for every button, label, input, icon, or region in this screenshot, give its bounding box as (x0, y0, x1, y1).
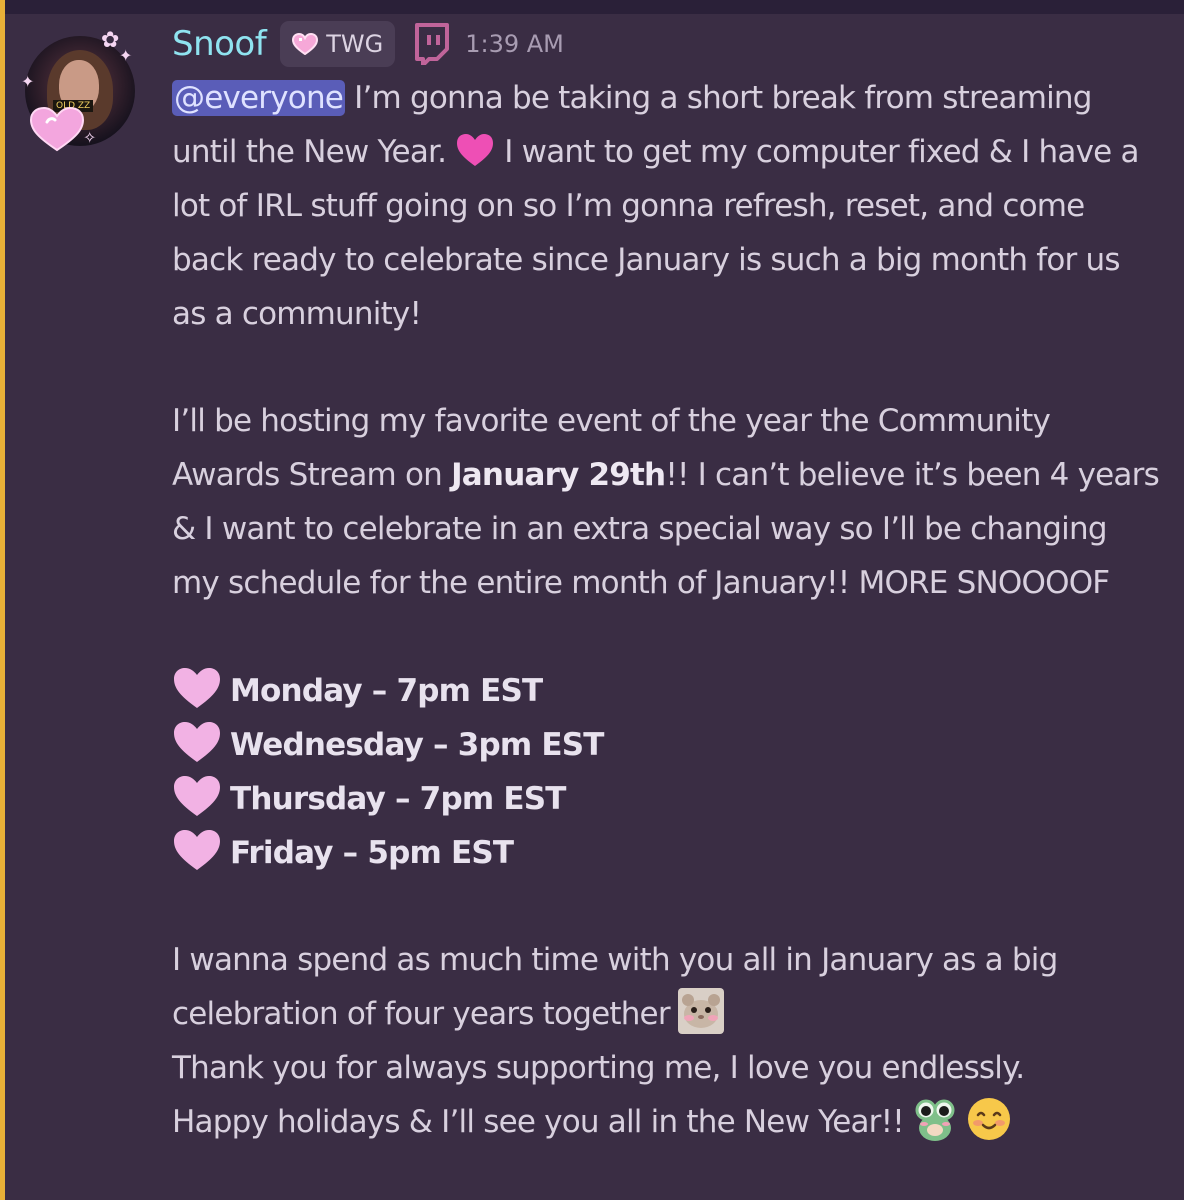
paragraph-3-text: I wanna spend as much time with you all … (172, 942, 1058, 1033)
server-tag-label: TWG (326, 30, 384, 58)
chat-screen: OLD ZZ ✿ ✦ ✦ ✧ Snoof TWG 1:39 AM @everyo… (0, 0, 1184, 1200)
schedule-item: Monday – 7pm EST (172, 665, 1162, 719)
message-content: @everyone I’m gonna be taking a short br… (172, 72, 1162, 1150)
event-date: January 29th (451, 457, 666, 494)
paragraph-3-line-3: Happy holidays & I’ll see you all in the… (172, 1096, 1162, 1150)
twitch-icon[interactable] (413, 23, 451, 65)
paragraph-3-closing: Happy holidays & I’ll see you all in the… (172, 1104, 905, 1141)
schedule-item-label: Wednesday – 3pm EST (230, 726, 604, 763)
paragraph-2: I’ll be hosting my favorite event of the… (172, 395, 1162, 611)
avatar-heart-decoration-icon (29, 106, 85, 152)
top-strip (0, 0, 1184, 14)
frog-emoji[interactable] (912, 1096, 958, 1142)
avatar[interactable]: OLD ZZ ✿ ✦ ✦ ✧ (21, 30, 137, 152)
timestamp: 1:39 AM (465, 30, 564, 58)
smiling-face-emoji[interactable] (966, 1096, 1012, 1142)
schedule-item-label: Monday – 7pm EST (230, 672, 543, 709)
light-pink-heart-icon (174, 829, 220, 870)
paragraph-3: I wanna spend as much time with you all … (172, 934, 1162, 1042)
light-pink-heart-icon (174, 667, 220, 708)
chat-message[interactable]: OLD ZZ ✿ ✦ ✦ ✧ Snoof TWG 1:39 AM @everyo… (0, 14, 1184, 1200)
hamster-emoji[interactable] (677, 988, 724, 1035)
username[interactable]: Snoof (172, 24, 267, 64)
sparkle-icon: ✿ (101, 28, 120, 53)
schedule-item: Thursday – 7pm EST (172, 773, 1162, 827)
light-pink-heart-icon (174, 775, 220, 816)
server-tag[interactable]: TWG (280, 21, 396, 67)
light-pink-heart-icon (174, 721, 220, 762)
schedule-item: Friday – 5pm EST (172, 827, 1162, 881)
everyone-mention[interactable]: @everyone (172, 80, 346, 116)
schedule-item: Wednesday – 3pm EST (172, 719, 1162, 773)
sparkle-icon: ✦ (21, 72, 35, 91)
pink-heart-icon (457, 133, 494, 166)
sparkle-icon: ✧ (83, 128, 97, 147)
schedule-item-label: Thursday – 7pm EST (230, 780, 566, 817)
paragraph-3-line-2: Thank you for always supporting me, I lo… (172, 1050, 1025, 1087)
pink-heart-icon (292, 33, 319, 55)
paragraph-1: @everyone I’m gonna be taking a short br… (172, 72, 1162, 342)
schedule-item-label: Friday – 5pm EST (230, 834, 514, 871)
sparkle-icon: ✦ (119, 46, 133, 65)
message-header: Snoof TWG 1:39 AM (172, 18, 564, 70)
